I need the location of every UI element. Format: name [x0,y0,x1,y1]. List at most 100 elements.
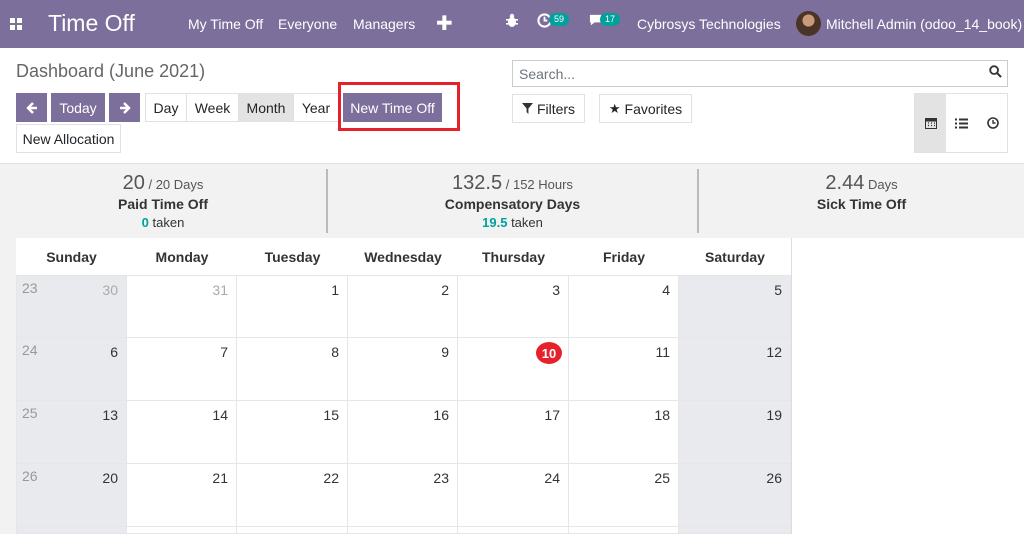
calendar-day-cell[interactable]: 5 [679,275,791,338]
weekday-header: Tuesday [264,248,321,265]
calendar-day-cell[interactable] [348,527,458,534]
calendar-day-cell[interactable]: 18 [569,401,679,464]
calendar-day-cell[interactable]: 4 [569,275,679,338]
day-number: 23 [433,470,449,486]
summary-taken-value: 0 [141,215,149,230]
calendar-day-cell[interactable]: 16 [348,401,458,464]
scale-month-button[interactable]: Month [238,93,294,122]
summary-name: Sick Time Off [816,196,907,212]
day-number: 5 [774,282,782,298]
filters-button[interactable]: Filters [512,94,585,123]
scale-week-button[interactable]: Week [186,93,239,122]
calendar-day-cell[interactable] [237,527,348,534]
scale-year-button[interactable]: Year [293,93,339,122]
day-number: 26 [766,470,782,486]
activity-view-button[interactable] [977,94,1008,152]
user-avatar[interactable] [796,11,821,36]
day-number: 20 [102,470,118,486]
calendar-day-cell[interactable]: 26 [679,464,791,527]
calendar-day-cell[interactable] [16,527,127,534]
calendar-day-cell[interactable]: 31 [127,275,237,338]
calendar-day-cell[interactable]: 9 [348,338,458,401]
summary-sick-time-off: 2.44 Days Sick Time Off [699,164,1024,239]
calendar-day-cell[interactable]: 26 20 [16,464,127,527]
summary-unit: / 20 Days [148,177,204,192]
today-button[interactable]: Today [51,93,105,122]
filter-icon [521,103,533,114]
calendar-day-cell[interactable]: 14 [127,401,237,464]
calendar-day-cell[interactable]: 21 [127,464,237,527]
day-number: 11 [655,344,670,360]
filters-label: Filters [536,100,576,117]
calendar-day-cell[interactable]: 17 [458,401,569,464]
favorites-button[interactable]: ★ Favorites [599,94,692,123]
day-number: 1 [331,282,339,298]
app-title[interactable]: Time Off [48,10,135,37]
company-switcher[interactable]: Cybrosys Technologies [637,16,781,32]
calendar-day-cell[interactable]: 15 [237,401,348,464]
calendar-day-cell[interactable]: 12 [679,338,791,401]
calendar-day-cell[interactable]: 7 [127,338,237,401]
user-menu[interactable]: Mitchell Admin (odoo_14_book) [826,16,1022,32]
calendar-day-cell[interactable]: 25 13 [16,401,127,464]
calendar-day-cell[interactable]: 1 [237,275,348,338]
calendar-day-cell[interactable]: 10 [458,338,569,401]
plus-icon[interactable]: ✚ [436,11,453,36]
bug-icon[interactable] [505,13,519,34]
calendar-day-cell[interactable]: 11 [569,338,679,401]
prev-button[interactable] [16,93,47,122]
calendar-day-cell[interactable] [127,527,237,534]
activity-count-badge: 59 [549,13,570,26]
calendar-day-cell[interactable]: 24 6 [16,338,127,401]
weekday-header: Sunday [46,248,97,265]
menu-everyone[interactable]: Everyone [278,16,337,32]
day-number: 2 [441,282,449,298]
day-number: 22 [323,470,339,486]
next-button[interactable] [109,93,140,122]
new-allocation-button[interactable]: New Allocation [16,124,121,153]
calendar-day-cell[interactable]: 19 [679,401,791,464]
calendar-day-cell[interactable]: 25 [569,464,679,527]
menu-my-time-off[interactable]: My Time Off [188,16,263,32]
favorites-label: Favorites [624,100,683,117]
calendar-day-cell[interactable]: 23 30 [16,275,127,338]
calendar-day-cell[interactable]: 2 [348,275,458,338]
week-number: 26 [22,468,38,484]
search-icon[interactable] [989,65,1003,79]
calendar-view-button[interactable] [915,94,946,152]
messages-count-badge: 17 [600,13,621,26]
top-navbar: Time Off My Time Off Everyone Managers ✚… [0,0,1024,48]
apps-menu-icon[interactable] [10,18,23,31]
summary-value: 20 [122,172,145,194]
calendar-day-cell[interactable]: 22 [237,464,348,527]
day-number: 15 [323,407,339,423]
summary-taken-label: taken [511,215,543,230]
calendar-day-cell[interactable] [679,527,791,534]
today-badge: 10 [536,342,562,364]
day-number: 24 [544,470,560,486]
weekday-header: Monday [155,248,209,265]
calendar-day-cell[interactable]: 3 [458,275,569,338]
calendar-day-cell[interactable]: 23 [348,464,458,527]
day-number: 25 [654,470,670,486]
week-number: 25 [22,405,38,421]
list-view-button[interactable] [946,94,977,152]
calendar-day-cell[interactable] [458,527,569,534]
day-number: 9 [441,344,449,360]
calendar-day-cell[interactable]: 8 [237,338,348,401]
month-calendar: Sunday Monday Tuesday Wednesday Thursday Frid… [16,238,791,534]
day-number: 14 [212,407,228,423]
calendar-day-cell[interactable]: 24 [458,464,569,527]
day-number: 19 [766,407,782,423]
page-title: Dashboard (June 2021) [16,61,206,81]
day-number: 4 [662,282,670,298]
menu-managers[interactable]: Managers [353,16,415,32]
scale-day-button[interactable]: Day [145,93,187,122]
search-input[interactable]: Search... [512,60,1008,87]
calendar-right-border [791,238,792,534]
arrow-right-icon [119,101,131,114]
calendar-day-cell[interactable] [569,527,679,534]
summary-value: 2.44 [825,172,865,194]
day-number: 8 [331,344,339,360]
summary-taken-label: taken [152,215,185,230]
